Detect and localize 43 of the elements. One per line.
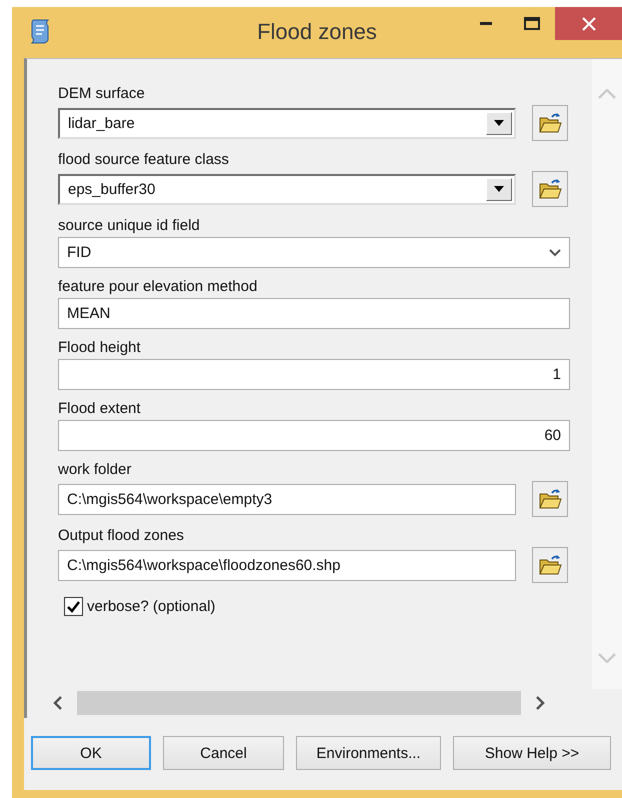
field-label: Output flood zones [58, 526, 185, 546]
maximize-icon [524, 17, 540, 30]
chevron-down-icon [549, 248, 561, 256]
dialog-button[interactable]: Environments... [296, 736, 441, 770]
scroll-left-icon[interactable] [53, 695, 63, 711]
input-field[interactable]: 60 [58, 420, 570, 451]
caret-icon [494, 120, 504, 126]
field-label: flood source feature class [58, 150, 230, 170]
dropdown-field[interactable]: eps_buffer30 [58, 174, 516, 204]
field-label: feature pour elevation method [58, 277, 258, 297]
folder-icon [538, 488, 562, 510]
close-button[interactable] [555, 7, 622, 40]
scroll-icon [28, 18, 52, 44]
input-field[interactable]: 1 [58, 359, 570, 390]
folder-icon [538, 112, 562, 134]
browse-button[interactable] [532, 547, 568, 583]
field-label: DEM surface [58, 84, 146, 104]
input-field[interactable]: MEAN [58, 298, 570, 329]
scroll-right-icon[interactable] [535, 695, 545, 711]
browse-button[interactable] [532, 171, 568, 207]
caret-icon [494, 186, 504, 192]
field-label: Flood height [58, 338, 142, 358]
close-icon [582, 16, 596, 30]
input-field[interactable]: C:\mgis564\workspace\floodzones60.shp [58, 550, 516, 580]
dialog-button[interactable]: Show Help >> [453, 736, 611, 770]
window-title: Flood zones [257, 19, 377, 44]
folder-icon [538, 178, 562, 200]
dropdown-field[interactable]: lidar_bare [58, 108, 516, 138]
field-label: work folder [58, 460, 132, 480]
dropdown-field[interactable]: FID [58, 237, 570, 268]
checkbox-label: verbose? (optional) [87, 598, 216, 615]
input-field[interactable]: C:\mgis564\workspace\empty3 [58, 484, 516, 514]
folder-icon [538, 554, 562, 576]
dialog-button[interactable]: Cancel [163, 736, 284, 770]
field-label: Flood extent [58, 399, 142, 419]
field-label: source unique id field [58, 216, 201, 236]
dialog-button[interactable]: OK [31, 736, 151, 770]
checkmark-icon [67, 600, 80, 612]
minimize-icon [480, 22, 492, 25]
browse-button[interactable] [532, 105, 568, 141]
browse-button[interactable] [532, 481, 568, 517]
checkbox[interactable] [64, 597, 83, 616]
scrollbar-thumb[interactable] [77, 691, 521, 715]
